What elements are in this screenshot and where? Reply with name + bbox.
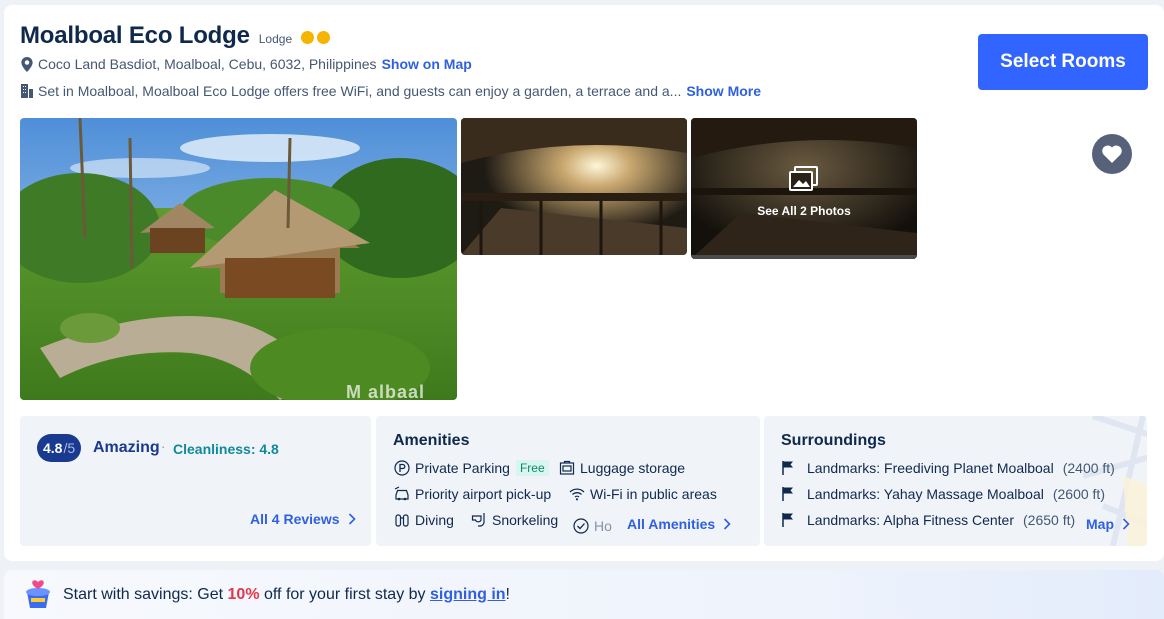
amenity-label: Snorkeling	[492, 512, 559, 528]
main-photo[interactable]: M albaal	[20, 118, 457, 400]
flag-icon	[782, 513, 793, 527]
landmark-item: Landmarks: Alpha Fitness Center (2650 ft…	[781, 512, 1075, 528]
description-row: Set in Moalboal, Moalboal Eco Lodge offe…	[21, 83, 761, 99]
hotel-card: Moalboal Eco Lodge Lodge Coco Land Basdi…	[4, 5, 1164, 561]
amenity-label: Luggage storage	[580, 460, 686, 476]
amenity-label: Diving	[415, 512, 454, 528]
landmark-distance: (2650 ft)	[1023, 512, 1076, 528]
sign-in-link[interactable]: signing in	[430, 586, 506, 603]
gallery-icon	[789, 166, 818, 191]
photo-watermark: M albaal	[346, 382, 426, 400]
promo-text-start: Start with savings: Get	[63, 585, 228, 603]
see-all-photos-label: See All 2 Photos	[757, 204, 851, 218]
landmark-label: Landmarks: Alpha Fitness Center	[807, 512, 1014, 528]
see-all-photos-overlay[interactable]: See All 2 Photos	[691, 166, 917, 218]
chevron-right-icon	[348, 513, 356, 525]
hotel-type-label: Lodge	[258, 32, 293, 46]
sign-in-promo-banner: Start with savings: Get 10% off for your…	[4, 570, 1164, 619]
score-out-of: /5	[63, 440, 76, 456]
favorite-button[interactable]	[1092, 134, 1132, 174]
surroundings-panel: Surroundings Landmarks: Freediving Plane…	[764, 416, 1147, 546]
show-more-link[interactable]: Show More	[686, 83, 761, 99]
heart-icon	[1102, 145, 1122, 163]
cleanliness-score: Cleanliness: 4.8	[173, 441, 279, 457]
see-all-photos-tile[interactable]: See All 2 Photos	[691, 118, 917, 259]
title-row: Moalboal Eco Lodge Lodge	[20, 22, 331, 50]
address-text: Coco Land Basdiot, Moalboal, Cebu, 6032,…	[38, 56, 377, 72]
rating-dot-icon	[317, 31, 331, 44]
landmark-label: Landmarks: Freediving Planet Moalboal	[807, 460, 1054, 476]
separator-dot: ·	[161, 439, 166, 454]
address-row: Coco Land Basdiot, Moalboal, Cebu, 6032,…	[21, 56, 472, 72]
location-pin-icon	[21, 56, 33, 72]
hotel-name: Moalboal Eco Lodge	[20, 22, 250, 49]
promo-text-end: !	[505, 585, 510, 603]
promo-text: Start with savings: Get 10% off for your…	[63, 586, 510, 604]
amenity-item-truncated: Ho	[573, 518, 625, 534]
amenities-title: Amenities	[393, 432, 470, 449]
landmark-label: Landmarks: Yahay Massage Moalboal	[807, 486, 1044, 502]
landmark-distance: (2600 ft)	[1052, 486, 1105, 502]
amenity-label: Ho	[594, 518, 612, 534]
score-badge: 4.8/5	[37, 434, 82, 462]
score-label: Amazing	[93, 439, 160, 456]
snorkel-icon	[471, 513, 485, 527]
amenity-item: Luggage storage	[559, 460, 685, 476]
amenity-item: Wi-Fi in public areas	[569, 486, 717, 502]
photo-thumbnail-1[interactable]	[461, 118, 687, 255]
surroundings-title: Surroundings	[781, 432, 886, 449]
amenity-label: Priority airport pick-up	[415, 486, 552, 502]
amenity-item: Diving	[394, 512, 454, 528]
rating-dot-icon	[301, 31, 315, 44]
all-reviews-link[interactable]: All 4 Reviews	[250, 511, 356, 527]
gift-hat-icon	[26, 579, 50, 608]
landmark-distance: (2400 ft)	[1062, 460, 1115, 476]
chevron-right-icon	[1122, 518, 1130, 530]
parking-icon	[394, 460, 410, 476]
promo-text-middle: off for your first stay by	[259, 585, 430, 603]
map-link[interactable]: Map	[1086, 516, 1130, 532]
amenity-item: Priority airport pick-up	[394, 486, 551, 502]
show-on-map-link[interactable]: Show on Map	[382, 56, 472, 72]
amenities-panel: Amenities Private Parking Free Luggage s…	[376, 416, 760, 546]
chevron-right-icon	[724, 518, 731, 530]
check-circle-icon	[573, 518, 589, 534]
airport-shuttle-icon	[394, 486, 409, 501]
all-amenities-label: All Amenities	[627, 516, 716, 532]
landmark-item: Landmarks: Freediving Planet Moalboal (2…	[781, 460, 1115, 476]
amenity-item: Snorkeling	[471, 512, 558, 528]
map-link-label: Map	[1086, 516, 1114, 532]
amenity-label: Wi-Fi in public areas	[590, 486, 717, 502]
landmark-item: Landmarks: Yahay Massage Moalboal (2600 …	[781, 486, 1105, 502]
all-amenities-link[interactable]: All Amenities	[625, 516, 732, 532]
wifi-icon	[569, 488, 585, 501]
review-panel: 4.8/5 Amazing · Cleanliness: 4.8 All 4 R…	[20, 416, 371, 546]
sunset-terrace-photo	[461, 118, 687, 255]
luggage-icon	[559, 460, 575, 475]
description-text: Set in Moalboal, Moalboal Eco Lodge offe…	[38, 83, 682, 99]
discount-percent: 10%	[227, 585, 260, 603]
select-rooms-button[interactable]: Select Rooms	[978, 34, 1148, 90]
building-icon	[21, 84, 33, 98]
lodge-garden-photo	[20, 118, 457, 400]
all-reviews-label: All 4 Reviews	[250, 511, 340, 527]
flag-icon	[782, 461, 793, 475]
amenity-label: Private Parking	[415, 460, 510, 476]
score-value: 4.8	[43, 440, 63, 456]
flag-icon	[782, 487, 793, 501]
amenity-item: Private Parking Free	[394, 460, 549, 476]
rating-dots	[301, 31, 331, 44]
diving-icon	[395, 514, 409, 527]
free-badge: Free	[515, 460, 549, 476]
